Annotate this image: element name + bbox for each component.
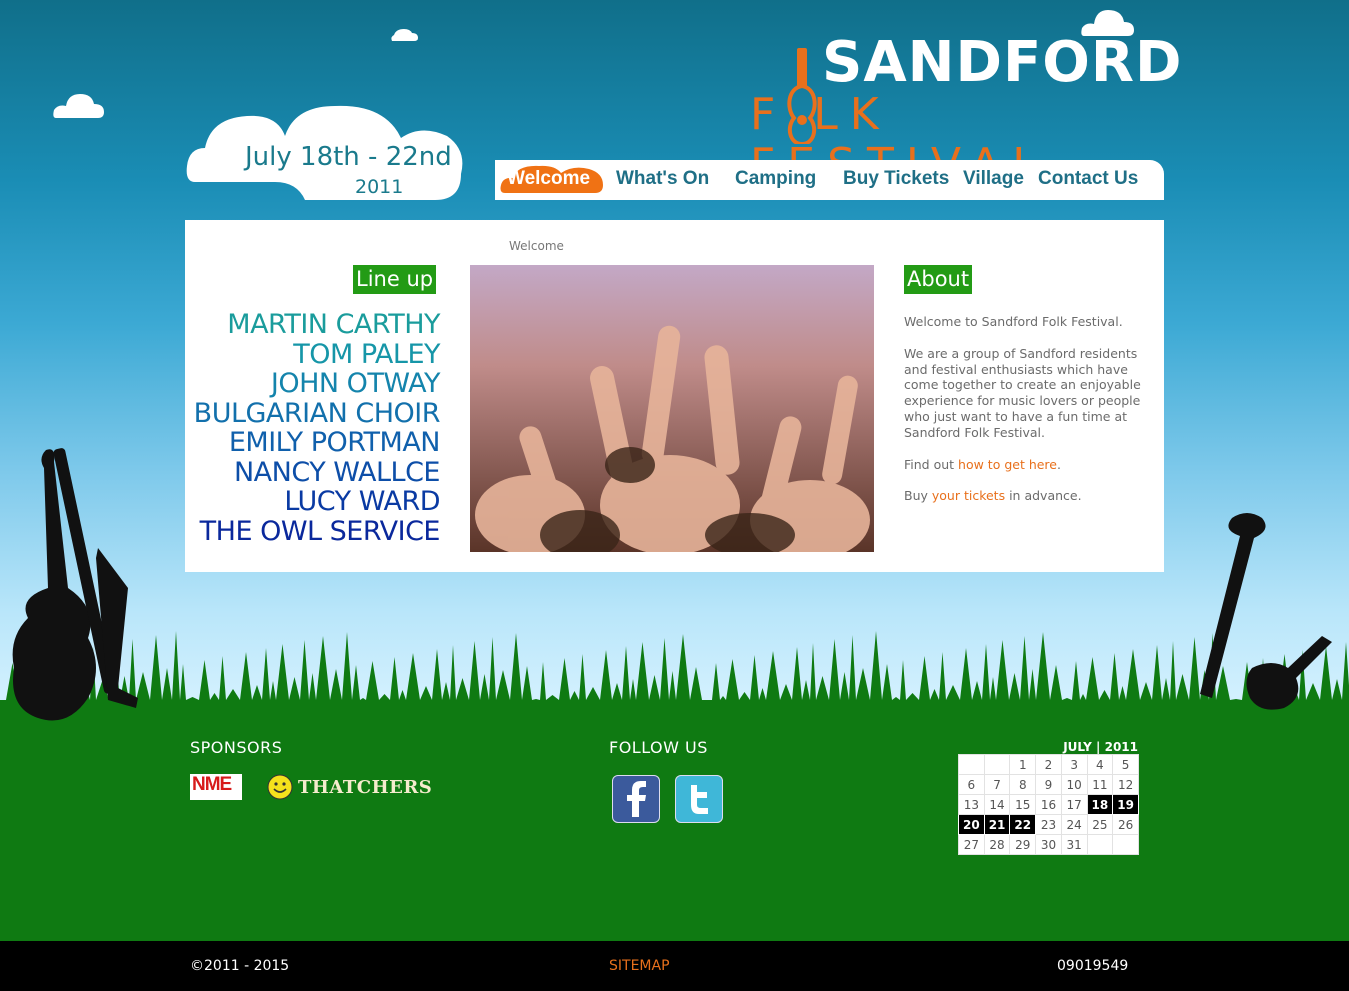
- calendar-day: [983, 754, 1011, 775]
- calendar-day[interactable]: 5: [1112, 754, 1139, 775]
- about-directions: Find out how to get here.: [904, 456, 1061, 472]
- calendar-day[interactable]: 15: [1009, 794, 1037, 815]
- calendar-day[interactable]: 25: [1086, 814, 1114, 835]
- calendar-day[interactable]: 29: [1009, 834, 1037, 855]
- calendar-day[interactable]: 23: [1035, 814, 1062, 835]
- your-tickets-link[interactable]: your tickets: [932, 488, 1005, 503]
- about-intro: Welcome to Sandford Folk Festival.: [904, 314, 1123, 329]
- logo-title: SANDFORD: [822, 30, 1183, 95]
- calendar-day[interactable]: 30: [1035, 834, 1062, 855]
- calendar-week: 27 28 29 30 31: [958, 834, 1139, 855]
- calendar-day[interactable]: 6: [958, 774, 985, 795]
- calendar-day[interactable]: 12: [1112, 774, 1139, 795]
- calendar-day[interactable]: 31: [1060, 834, 1088, 855]
- sponsors-heading: SPONSORS: [190, 738, 283, 757]
- lineup-artist[interactable]: JOHN OTWAY: [185, 369, 441, 399]
- lineup-artist[interactable]: NANCY WALLCE: [185, 457, 441, 488]
- how-to-get-here-link[interactable]: how to get here: [958, 457, 1057, 472]
- about-heading: About: [904, 265, 973, 294]
- calendar-day[interactable]: 19: [1112, 794, 1139, 815]
- calendar-day[interactable]: 9: [1035, 774, 1062, 795]
- calendar-title: JULY | 2011: [1063, 740, 1138, 754]
- double-bass-silhouette-icon: [12, 448, 138, 721]
- about-text: Welcome to Sandford Folk Festival. We ar…: [904, 314, 1149, 520]
- calendar-day[interactable]: 1: [1009, 754, 1037, 775]
- main-content: Welcome Line up MARTIN CARTHY TOM PALEY …: [185, 220, 1164, 572]
- festival-logo[interactable]: SANDFORD F LK FESTIVAL: [750, 30, 1182, 190]
- calendar-day[interactable]: 24: [1060, 814, 1088, 835]
- calendar-day[interactable]: 26: [1112, 814, 1139, 835]
- calendar-day[interactable]: 16: [1035, 794, 1062, 815]
- lineup-artist[interactable]: EMILY PORTMAN: [185, 428, 441, 458]
- calendar-day: [958, 754, 985, 775]
- cloud-icon: [391, 29, 418, 41]
- calendar-day[interactable]: 11: [1086, 774, 1114, 795]
- calendar-day[interactable]: 10: [1060, 774, 1088, 795]
- festival-year: 2011: [355, 176, 404, 198]
- nav-buy-tickets[interactable]: Buy Tickets: [843, 168, 949, 190]
- about-description: We are a group of Sandford residents and…: [904, 345, 1141, 440]
- calendar-day[interactable]: 4: [1086, 754, 1114, 775]
- crowd-photo: [470, 265, 874, 552]
- nav-camping[interactable]: Camping: [735, 168, 816, 190]
- calendar-day[interactable]: 27: [958, 834, 985, 855]
- calendar-day[interactable]: 13: [958, 794, 985, 815]
- lineup-artist[interactable]: MARTIN CARTHY: [185, 310, 440, 340]
- twitter-icon[interactable]: [675, 775, 723, 823]
- calendar: JULY | 2011 1 2 3 4 5 6 7 8 9 10 11 12 13 14 15 16 17 18 1…: [958, 740, 1140, 855]
- sponsor-logos: NME THATCHERS: [190, 772, 432, 804]
- cloud-icon: [53, 94, 104, 118]
- calendar-week: 13 14 15 16 17 18 19: [958, 794, 1139, 815]
- calendar-grid: 1 2 3 4 5 6 7 8 9 10 11 12 13 14 15 16 17 18 19 20 21 22 23 24 2…: [958, 754, 1139, 855]
- follow-heading: FOLLOW US: [609, 738, 708, 757]
- facebook-icon[interactable]: [612, 775, 660, 823]
- lineup-list: MARTIN CARTHY TOM PALEY JOHN OTWAY BULGA…: [185, 310, 441, 547]
- smiley-logo-icon[interactable]: [267, 774, 293, 800]
- lineup-artist[interactable]: LUCY WARD: [185, 487, 440, 517]
- banjo-silhouette-icon: [1200, 513, 1332, 710]
- sitemap-link[interactable]: SITEMAP: [609, 958, 670, 974]
- nav-welcome-label: Welcome: [507, 168, 591, 189]
- nav-welcome[interactable]: Welcome: [499, 163, 605, 195]
- calendar-day[interactable]: 8: [1009, 774, 1037, 795]
- festival-dates: July 18th - 22nd: [245, 142, 452, 172]
- calendar-week: 20 21 22 23 24 25 26: [958, 814, 1139, 835]
- calendar-day[interactable]: 3: [1060, 754, 1088, 775]
- thatchers-logo[interactable]: THATCHERS: [298, 777, 432, 798]
- nav-whats-on[interactable]: What's On: [616, 168, 709, 190]
- guitar-logo-icon: [787, 48, 817, 144]
- calendar-day[interactable]: 28: [983, 834, 1011, 855]
- calendar-day[interactable]: 7: [983, 774, 1011, 795]
- main-nav: Welcome What's On Camping Buy Tickets Vi…: [495, 160, 1164, 200]
- calendar-week: 12345: [958, 754, 1139, 775]
- calendar-day[interactable]: 18: [1086, 794, 1114, 815]
- calendar-day: [1112, 834, 1139, 855]
- calendar-day: [1086, 834, 1114, 855]
- calendar-day[interactable]: 14: [983, 794, 1011, 815]
- about-tickets: Buy your tickets in advance.: [904, 488, 1082, 504]
- calendar-day[interactable]: 17: [1060, 794, 1088, 815]
- copyright: ©2011 - 2015: [190, 958, 290, 974]
- calendar-week: 6 7 8 9 10 11 12: [958, 774, 1139, 795]
- breadcrumb[interactable]: Welcome: [509, 239, 564, 253]
- footer-bar: ©2011 - 2015 SITEMAP 09019549: [0, 941, 1349, 991]
- nav-village[interactable]: Village: [963, 168, 1024, 190]
- phone-number: 09019549: [1057, 958, 1129, 974]
- nav-contact-us[interactable]: Contact Us: [1038, 168, 1138, 190]
- lineup-artist[interactable]: BULGARIAN CHOIR: [185, 398, 441, 429]
- calendar-day[interactable]: 21: [983, 814, 1011, 835]
- calendar-day[interactable]: 2: [1035, 754, 1062, 775]
- calendar-day[interactable]: 20: [958, 814, 985, 835]
- nme-logo[interactable]: NME: [190, 774, 242, 800]
- lineup-artist[interactable]: TOM PALEY: [185, 339, 440, 370]
- calendar-day[interactable]: 22: [1009, 814, 1037, 835]
- lineup-heading: Line up: [353, 265, 437, 294]
- lineup-artist[interactable]: THE OWL SERVICE: [185, 516, 441, 547]
